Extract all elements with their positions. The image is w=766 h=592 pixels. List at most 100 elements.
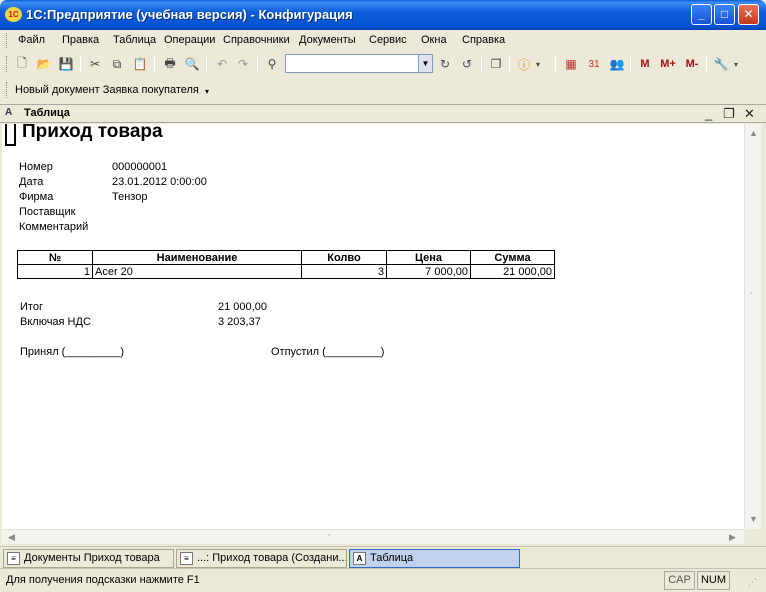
spreadsheet-document[interactable]: Приход товара Номер 000000001 Дата 23.01… [2, 124, 744, 529]
table-cell: 1 [17, 264, 93, 279]
windows-icon[interactable]: ❐ [487, 55, 505, 73]
cut-icon[interactable]: ✂ [86, 55, 104, 73]
open-folder-icon[interactable]: 📂 [35, 55, 53, 73]
minimize-button[interactable]: _ [691, 4, 712, 25]
resize-grip-icon[interactable]: ⋰ [748, 577, 762, 591]
field-label: Номер [19, 161, 53, 173]
field-value: 23.01.2012 0:00:00 [112, 176, 207, 188]
scroll-thumb-icon[interactable]: ◦ [750, 290, 752, 297]
window-tab-label: Документы Приход товара [24, 552, 160, 564]
document-title: Приход товара [22, 124, 163, 142]
toolbar-separator [555, 56, 556, 73]
menu-bar: Файл Правка Таблица Операции Справочники… [0, 30, 766, 51]
maximize-button[interactable]: □ [714, 4, 735, 25]
field-label: Поставщик [19, 206, 76, 218]
paste-icon[interactable]: 📋 [131, 55, 149, 73]
menu-windows[interactable]: Окна [421, 34, 447, 46]
new-file-icon[interactable]: 🗋 [13, 55, 31, 73]
menu-documents[interactable]: Документы [299, 34, 356, 46]
column-header: Цена [386, 250, 471, 265]
table-row: 1 Acer 20 3 7 000,00 21 000,00 [17, 264, 555, 279]
window-tab[interactable]: ≡ Документы Приход товара [3, 549, 174, 568]
field-label: Комментарий [19, 221, 89, 233]
find-prev-icon[interactable]: ↺ [458, 55, 476, 73]
app-logo-icon: 1C [5, 7, 22, 22]
memory-add-button[interactable]: M+ [657, 55, 679, 73]
menu-table[interactable]: Таблица [113, 34, 156, 46]
column-header: Наименование [92, 250, 302, 265]
cell-cursor [5, 124, 16, 146]
table-document-icon: A [5, 107, 13, 118]
vertical-scrollbar[interactable]: ▲ ◦ ▼ [744, 124, 761, 529]
toolbar-grip[interactable] [6, 82, 9, 98]
horizontal-scrollbar[interactable]: ◀ ◦ ▶ [2, 529, 744, 544]
scroll-right-icon[interactable]: ▶ [729, 532, 736, 543]
menu-service[interactable]: Сервис [369, 34, 407, 46]
menu-help[interactable]: Справка [462, 34, 505, 46]
column-header: Сумма [470, 250, 555, 265]
window-title: 1С:Предприятие (учебная версия) - Конфиг… [26, 7, 353, 22]
goods-table: № Наименование Колво Цена Сумма 1 Acer 2… [17, 250, 555, 279]
print-icon[interactable]: 🖶 [161, 55, 179, 73]
document-list-icon: ≡ [7, 552, 20, 565]
scroll-thumb-icon[interactable]: ◦ [328, 532, 330, 539]
users-icon[interactable]: 👥 [608, 55, 626, 73]
inner-minimize-icon[interactable]: _ [705, 106, 712, 121]
chevron-down-icon[interactable]: ▾ [533, 55, 543, 73]
inner-restore-icon[interactable]: ❐ [723, 106, 735, 122]
new-document-button[interactable]: Новый документ Заявка покупателя [15, 84, 199, 96]
column-header: № [17, 250, 93, 265]
search-dropdown-icon[interactable]: ▼ [418, 54, 433, 73]
save-icon[interactable]: 💾 [57, 55, 75, 73]
search-input[interactable] [285, 54, 419, 73]
accepted-signature: Принял (_________) [20, 346, 125, 358]
info-icon[interactable]: ⓘ [515, 55, 533, 73]
scrollbar-corner [744, 529, 761, 544]
memory-subtract-button[interactable]: M- [681, 55, 703, 73]
total-value: 21 000,00 [218, 301, 267, 313]
search-icon: ⚲ [267, 57, 277, 71]
chevron-down-icon[interactable]: ▾ [205, 87, 209, 96]
vat-value: 3 203,37 [218, 316, 261, 328]
scroll-left-icon[interactable]: ◀ [8, 532, 15, 543]
table-cell: 3 [301, 264, 387, 279]
menu-operations[interactable]: Операции [164, 34, 215, 46]
window-tab-active[interactable]: A Таблица [349, 549, 520, 568]
redo-icon[interactable]: ↷ [234, 55, 252, 73]
calculator-icon[interactable]: ▦ [562, 55, 580, 73]
calendar-icon[interactable]: 31 [585, 55, 603, 73]
toolbar-grip[interactable] [6, 56, 9, 72]
toolbar-separator [154, 56, 155, 73]
menu-file[interactable]: Файл [18, 34, 45, 46]
total-label: Итог [20, 301, 43, 313]
status-hint: Для получения подсказки нажмите F1 [6, 574, 200, 586]
field-value: 000000001 [112, 161, 168, 173]
toolbar-separator [630, 56, 631, 73]
scroll-down-icon[interactable]: ▼ [749, 514, 758, 524]
undo-icon[interactable]: ↶ [213, 55, 231, 73]
window-tab[interactable]: ≡ ...: Приход товара (Создани... [176, 549, 347, 568]
find-next-icon[interactable]: ↻ [436, 55, 454, 73]
scroll-up-icon[interactable]: ▲ [749, 128, 758, 138]
menu-grip[interactable] [6, 33, 9, 48]
close-button[interactable]: ✕ [738, 4, 759, 25]
settings-icon[interactable]: 🔧 [712, 55, 730, 73]
chevron-down-icon[interactable]: ▾ [731, 55, 741, 73]
inner-window-header: A Таблица _ ❐ ✕ [0, 104, 766, 123]
table-cell: 21 000,00 [470, 264, 555, 279]
table-document-icon: A [353, 552, 366, 565]
toolbar-separator [80, 56, 81, 73]
toolbar-separator [706, 56, 707, 73]
memory-button[interactable]: M [636, 55, 654, 73]
status-bar: Для получения подсказки нажмите F1 CAP N… [0, 568, 766, 592]
title-bar: 1C 1С:Предприятие (учебная версия) - Кон… [0, 0, 766, 30]
inner-close-icon[interactable]: ✕ [744, 106, 755, 122]
window-tabs-bar: ≡ Документы Приход товара ≡ ...: Приход … [0, 546, 766, 568]
print-preview-icon[interactable]: 🔍 [183, 55, 201, 73]
menu-catalogs[interactable]: Справочники [223, 34, 290, 46]
field-label: Фирма [19, 191, 54, 203]
menu-edit[interactable]: Правка [62, 34, 99, 46]
table-header-row: № Наименование Колво Цена Сумма [17, 250, 555, 265]
copy-icon[interactable]: ⧉ [108, 55, 126, 73]
num-lock-indicator: NUM [697, 571, 730, 590]
